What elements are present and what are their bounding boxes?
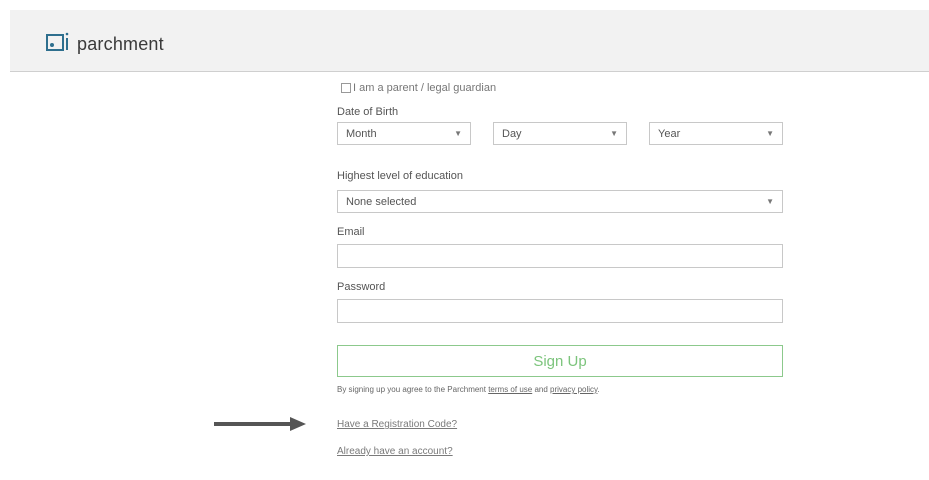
sign-up-button[interactable]: Sign Up (337, 345, 783, 377)
registration-code-link[interactable]: Have a Registration Code? (337, 419, 457, 430)
day-select[interactable]: Day ▼ (493, 122, 627, 145)
parchment-logo-icon (46, 32, 70, 57)
day-value: Day (502, 127, 522, 140)
month-value: Month (346, 127, 377, 140)
chevron-down-icon: ▼ (766, 197, 774, 206)
privacy-policy-link[interactable]: privacy policy (550, 385, 597, 394)
already-have-account-link[interactable]: Already have an account? (337, 446, 453, 457)
year-value: Year (658, 127, 681, 140)
terms-of-use-link[interactable]: terms of use (488, 385, 532, 394)
parchment-logo[interactable]: parchment (46, 32, 164, 57)
guardian-label: I am a parent / legal guardian (353, 82, 497, 94)
password-field[interactable] (337, 299, 783, 323)
month-select[interactable]: Month ▼ (337, 122, 471, 145)
guardian-checkbox-row[interactable]: I am a parent / legal guardian (341, 78, 783, 98)
chevron-down-icon: ▼ (610, 129, 618, 138)
education-select[interactable]: None selected ▼ (337, 190, 783, 213)
terms-text: By signing up you agree to the Parchment… (337, 385, 600, 394)
password-label: Password (337, 281, 386, 293)
right-arrow-icon (214, 417, 306, 436)
signup-form: I am a parent / legal guardian Date of B… (337, 78, 783, 457)
education-value: None selected (346, 195, 417, 208)
email-field[interactable] (337, 244, 783, 268)
year-select[interactable]: Year ▼ (649, 122, 783, 145)
dob-label: Date of Birth (337, 106, 399, 118)
top-header: parchment (10, 10, 929, 72)
terms-prefix: By signing up you agree to the Parchment (337, 385, 489, 394)
logo-text: parchment (77, 34, 164, 54)
terms-suffix: . (597, 385, 600, 394)
terms-and: and (532, 385, 551, 394)
guardian-checkbox[interactable] (341, 83, 351, 93)
education-label: Highest level of education (337, 170, 463, 182)
chevron-down-icon: ▼ (454, 129, 462, 138)
email-label: Email (337, 226, 365, 238)
chevron-down-icon: ▼ (766, 129, 774, 138)
